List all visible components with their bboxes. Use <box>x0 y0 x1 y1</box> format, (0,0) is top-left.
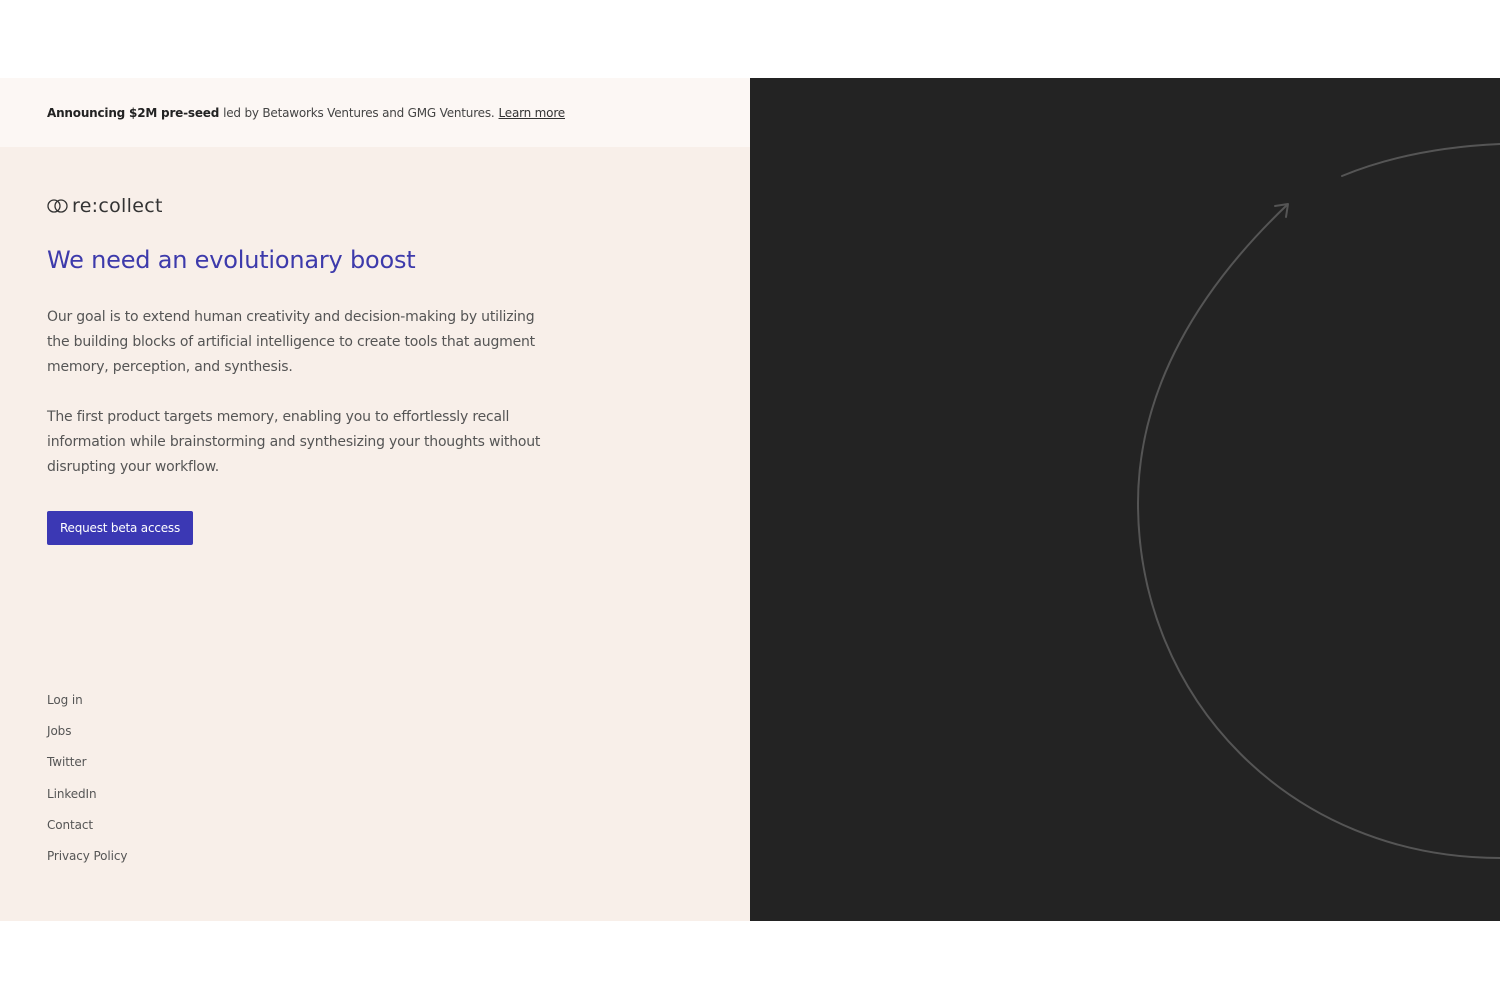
right-panel <box>750 78 1500 921</box>
request-beta-access-button[interactable]: Request beta access <box>47 511 193 545</box>
jobs-link[interactable]: Jobs <box>47 724 71 738</box>
footer-item: Privacy Policy <box>47 846 127 877</box>
arc-top-segment <box>1341 143 1500 177</box>
circular-arrow-icon <box>1136 143 1500 859</box>
logo-wordmark: re:collect <box>72 195 163 217</box>
page-title: We need an evolutionary boost <box>47 246 416 274</box>
twitter-link[interactable]: Twitter <box>47 755 87 769</box>
login-link[interactable]: Log in <box>47 693 83 707</box>
learn-more-link[interactable]: Learn more <box>499 106 566 120</box>
footer-links: Log in Jobs Twitter LinkedIn Contact Pri… <box>47 690 127 877</box>
footer-item: Jobs <box>47 721 127 752</box>
contact-link[interactable]: Contact <box>47 818 93 832</box>
privacy-policy-link[interactable]: Privacy Policy <box>47 849 127 863</box>
arc-main-segment <box>1136 204 1500 859</box>
footer-item: Log in <box>47 690 127 721</box>
linkedin-link[interactable]: LinkedIn <box>47 787 97 801</box>
page: Announcing $2M pre-seed led by Betaworks… <box>0 78 1500 921</box>
announcement-bar: Announcing $2M pre-seed led by Betaworks… <box>0 78 750 147</box>
product-paragraph: The first product targets memory, enabli… <box>47 409 541 475</box>
two-circles-icon <box>47 199 68 213</box>
logo[interactable]: re:collect <box>47 195 163 217</box>
footer-item: LinkedIn <box>47 784 127 815</box>
intro-paragraph: Our goal is to extend human creativity a… <box>47 309 535 375</box>
announcement-text: led by Betaworks Ventures and GMG Ventur… <box>223 105 495 120</box>
left-panel: Announcing $2M pre-seed led by Betaworks… <box>0 78 750 921</box>
announcement-strong: Announcing $2M pre-seed <box>47 105 220 120</box>
footer-item: Contact <box>47 815 127 846</box>
footer-item: Twitter <box>47 752 127 783</box>
